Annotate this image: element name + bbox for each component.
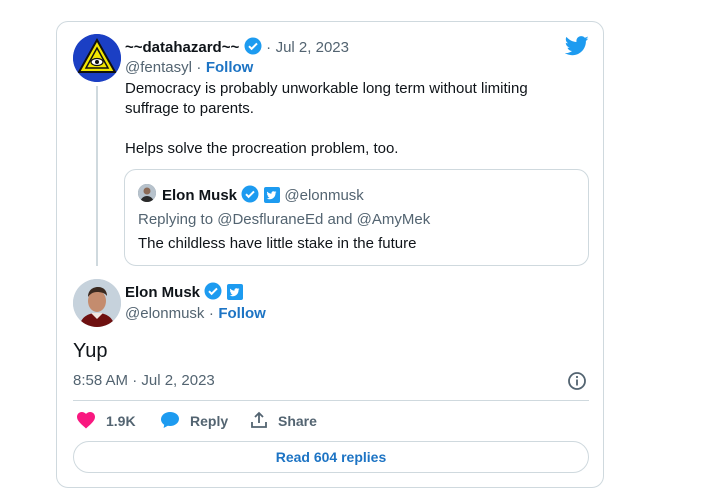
display-name[interactable]: Elon Musk [125,284,200,301]
twitter-bird-icon[interactable] [564,36,589,56]
embedded-quote-text: The childless have little stake in the f… [138,235,417,252]
avatar[interactable] [73,279,121,327]
like-button[interactable]: 1.9K [76,410,136,432]
tweet-text-line: Democracy is probably unworkable long te… [125,80,528,97]
main-tweet-handle-row: @elonmusk · Follow [125,305,266,323]
separator: · [208,305,214,322]
read-replies-button[interactable]: Read 604 replies [73,441,589,473]
quoted-tweet-handle-row: @fentasyl · Follow [125,59,253,77]
tweet-date[interactable]: Jul 2, 2023 [276,39,349,56]
main-tweet-header: Elon Musk [125,282,243,305]
separator: · [266,39,272,56]
main-tweet-text: Yup [73,340,108,362]
share-icon [250,411,268,432]
info-icon[interactable] [567,371,587,391]
verified-badge-icon [204,282,222,305]
follow-button[interactable]: Follow [218,305,266,322]
divider [73,400,589,401]
tweet-text-line: Helps solve the procreation problem, too… [125,140,399,157]
handle[interactable]: @elonmusk [125,305,204,322]
twitter-square-icon [263,187,280,208]
reply-label: Reply [190,413,229,429]
reply-button[interactable]: Reply [160,410,228,432]
twitter-square-icon [226,284,243,305]
tweet-text-line: suffrage to parents. [125,100,254,117]
handle[interactable]: @fentasyl [125,59,192,76]
quoted-tweet-header: ~~datahazard~~ · Jul 2, 2023 [125,37,349,60]
follow-button[interactable]: Follow [206,59,254,76]
tweet-timestamp[interactable]: 8:58 AM · Jul 2, 2023 [73,372,215,389]
read-replies-label: Read 604 replies [275,449,387,465]
avatar[interactable] [73,34,121,82]
share-button[interactable]: Share [250,410,317,432]
avatar[interactable] [138,184,156,202]
quoted-tweet-text: Democracy is probably unworkable long te… [125,79,575,159]
separator: · [196,59,202,76]
verified-badge-icon [241,185,259,208]
share-label: Share [278,413,317,429]
embedded-quote-header: Elon Musk @elonmusk [162,185,364,208]
like-count: 1.9K [106,413,136,429]
display-name[interactable]: ~~datahazard~~ [125,39,239,56]
verified-badge-icon [244,37,262,60]
heart-icon [76,411,96,432]
speech-bubble-icon [160,411,180,432]
handle[interactable]: @elonmusk [284,187,363,204]
display-name[interactable]: Elon Musk [162,187,237,204]
replying-to[interactable]: Replying to @DesfluraneEd and @AmyMek [138,211,430,228]
thread-line [96,86,98,266]
